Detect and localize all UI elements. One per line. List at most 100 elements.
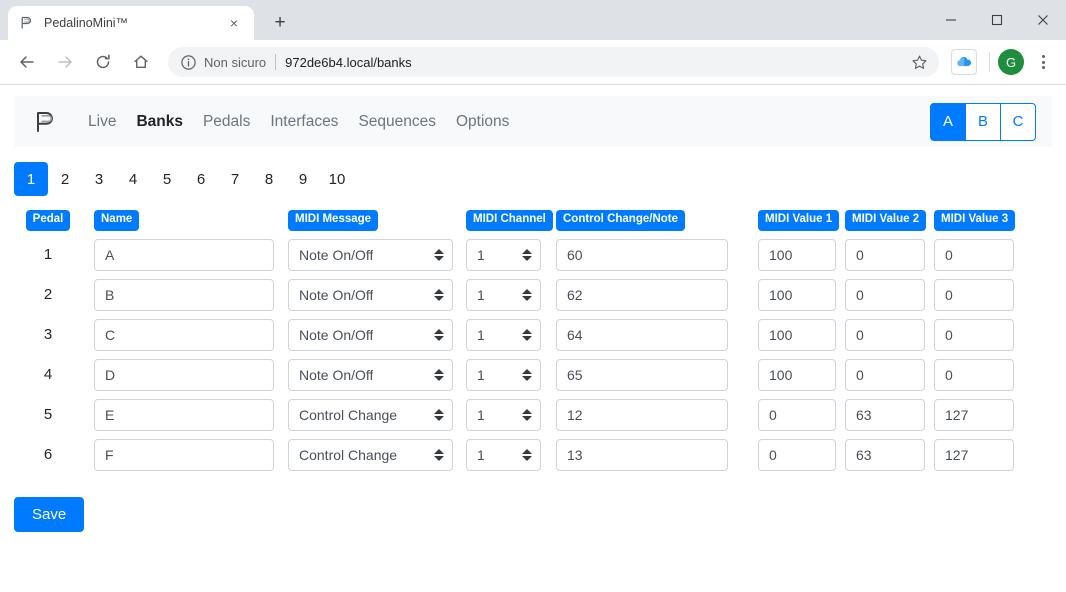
profile-avatar[interactable]: G (998, 49, 1024, 75)
midi-channel-select[interactable]: 1 (466, 238, 541, 271)
maximize-window-icon[interactable] (974, 4, 1020, 36)
header-badge-name: Name (94, 210, 140, 231)
midi-channel-select[interactable]: 1 (466, 398, 541, 431)
midi-channel-select[interactable]: 1 (466, 278, 541, 311)
midi-value-1-input[interactable]: 100 (758, 358, 836, 391)
name-input[interactable]: A (94, 238, 274, 271)
midi-message-value: Note On/Off (299, 286, 374, 303)
bank-button-6[interactable]: 6 (184, 162, 218, 196)
bookmark-star-icon[interactable] (905, 48, 933, 76)
table-row: 5 E Control Change 1 12 0 63 127 (14, 395, 1052, 435)
midi-value-2-input[interactable]: 63 (845, 398, 925, 431)
nav-item-live[interactable]: Live (78, 113, 126, 131)
bank-group-c-button[interactable]: C (1000, 102, 1036, 141)
name-input[interactable]: D (94, 358, 274, 391)
cloud-extension-icon[interactable] (951, 49, 977, 75)
midi-channel-select[interactable]: 1 (466, 318, 541, 351)
midi-value-1-input[interactable]: 100 (758, 318, 836, 351)
midi-value-1-input[interactable]: 0 (758, 438, 836, 471)
close-tab-icon[interactable]: × (224, 13, 244, 33)
name-input[interactable]: B (94, 278, 274, 311)
browser-tab[interactable]: PedalinoMini™ × (8, 6, 254, 40)
midi-value-2-input[interactable]: 63 (845, 438, 925, 471)
save-button[interactable]: Save (14, 496, 85, 532)
nav-item-pedals[interactable]: Pedals (193, 113, 260, 131)
midi-value-3-input[interactable]: 127 (934, 438, 1014, 471)
name-input[interactable]: F (94, 438, 274, 471)
name-cell: A (94, 238, 274, 271)
bank-button-5[interactable]: 5 (150, 162, 184, 196)
midi-value-3-input[interactable]: 0 (934, 358, 1014, 391)
bank-button-8[interactable]: 8 (252, 162, 286, 196)
bank-button-2[interactable]: 2 (48, 162, 82, 196)
nav-item-sequences[interactable]: Sequences (348, 113, 446, 131)
forward-icon[interactable] (48, 45, 82, 79)
reload-icon[interactable] (86, 45, 120, 79)
midi-value-3-input[interactable]: 127 (934, 398, 1014, 431)
pedal-number: 6 (43, 445, 53, 463)
address-bar[interactable]: Non sicuro 972de6b4.local/banks (168, 47, 939, 77)
midi-channel-value: 1 (477, 406, 485, 423)
midi-value-3-input[interactable]: 0 (934, 318, 1014, 351)
bank-button-7[interactable]: 7 (218, 162, 252, 196)
window-controls (928, 0, 1066, 40)
nav-item-banks[interactable]: Banks (126, 113, 193, 131)
control-change-note-input[interactable]: 64 (556, 318, 728, 351)
pedalino-logo-icon[interactable] (30, 107, 60, 137)
midi-message-select[interactable]: Note On/Off (288, 238, 453, 271)
bank-button-3[interactable]: 3 (82, 162, 116, 196)
header-cell-midi-value-1: MIDI Value 1 (758, 210, 840, 231)
midi-channel-cell: 1 (466, 398, 541, 431)
control-change-note-input[interactable]: 12 (556, 398, 728, 431)
midi-message-select[interactable]: Control Change (288, 398, 453, 431)
midi-channel-select[interactable]: 1 (466, 358, 541, 391)
midi-value-2-input[interactable]: 0 (845, 278, 925, 311)
back-icon[interactable] (10, 45, 44, 79)
midi-message-select[interactable]: Note On/Off (288, 358, 453, 391)
control-change-note-cell: 60 (556, 238, 728, 271)
midi-value-2-input[interactable]: 0 (845, 238, 925, 271)
minimize-window-icon[interactable] (928, 4, 974, 36)
midi-message-select[interactable]: Control Change (288, 438, 453, 471)
bank-button-1[interactable]: 1 (14, 162, 48, 196)
browser-menu-icon[interactable] (1028, 47, 1058, 77)
nav-item-interfaces[interactable]: Interfaces (260, 113, 348, 131)
bank-button-9[interactable]: 9 (286, 162, 320, 196)
control-change-note-input[interactable]: 65 (556, 358, 728, 391)
info-circle-icon (180, 54, 197, 71)
table-row: 4 D Note On/Off 1 65 100 0 0 (14, 355, 1052, 395)
nav-item-options[interactable]: Options (446, 113, 519, 131)
midi-message-cell: Control Change (288, 398, 453, 431)
midi-channel-value: 1 (477, 286, 485, 303)
midi-channel-select[interactable]: 1 (466, 438, 541, 471)
name-input[interactable]: E (94, 398, 274, 431)
midi-value-1-input[interactable]: 100 (758, 238, 836, 271)
new-tab-button[interactable]: + (266, 9, 294, 37)
bank-button-10[interactable]: 10 (320, 162, 354, 196)
midi-message-select[interactable]: Note On/Off (288, 318, 453, 351)
midi-value-1-input[interactable]: 0 (758, 398, 836, 431)
control-change-note-input[interactable]: 13 (556, 438, 728, 471)
control-change-note-cell: 13 (556, 438, 728, 471)
bank-button-4[interactable]: 4 (116, 162, 150, 196)
close-window-icon[interactable] (1020, 4, 1066, 36)
name-cell: F (94, 438, 274, 471)
name-input[interactable]: C (94, 318, 274, 351)
select-arrows-icon (522, 447, 532, 462)
midi-value-1-cell: 100 (758, 238, 836, 271)
midi-value-2-input[interactable]: 0 (845, 358, 925, 391)
control-change-note-input[interactable]: 62 (556, 278, 728, 311)
home-icon[interactable] (124, 45, 158, 79)
name-cell: C (94, 318, 274, 351)
midi-value-3-input[interactable]: 0 (934, 238, 1014, 271)
pedal-number-cell: 4 (14, 366, 82, 384)
bank-group-a-button[interactable]: A (930, 102, 966, 141)
midi-value-2-input[interactable]: 0 (845, 318, 925, 351)
midi-message-select[interactable]: Note On/Off (288, 278, 453, 311)
name-cell: D (94, 358, 274, 391)
bank-group-b-button[interactable]: B (965, 102, 1001, 141)
control-change-note-input[interactable]: 60 (556, 238, 728, 271)
midi-message-value: Note On/Off (299, 246, 374, 263)
midi-value-3-input[interactable]: 0 (934, 278, 1014, 311)
midi-value-1-input[interactable]: 100 (758, 278, 836, 311)
